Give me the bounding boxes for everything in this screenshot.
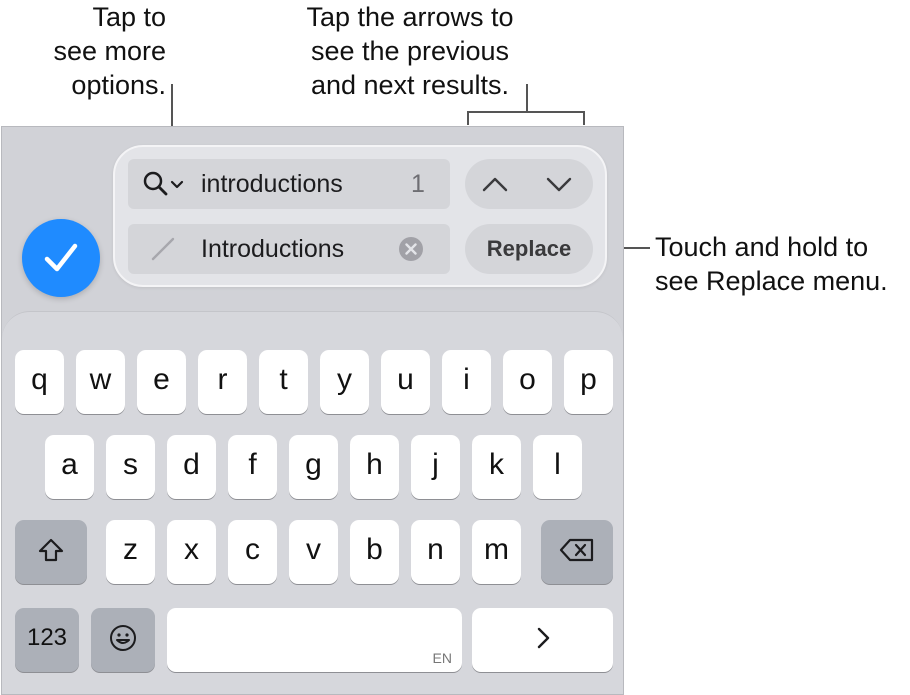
chevron-right-icon — [537, 627, 549, 649]
bracket-arrows-left — [467, 111, 469, 125]
done-button[interactable] — [22, 219, 100, 297]
replace-input[interactable]: Introductions — [201, 235, 344, 264]
key-z[interactable]: z — [106, 520, 155, 584]
clear-replace-button[interactable] — [398, 236, 424, 267]
key-d[interactable]: d — [167, 435, 216, 499]
checkmark-icon — [44, 243, 78, 272]
chevron-up-icon — [482, 177, 508, 192]
replace-button-label: Replace — [486, 236, 572, 261]
key-v[interactable]: v — [289, 520, 338, 584]
key-u[interactable]: u — [381, 350, 430, 414]
key-label: l — [554, 448, 561, 481]
key-label: c — [245, 533, 260, 566]
language-indicator: EN — [432, 650, 452, 666]
key-o[interactable]: o — [503, 350, 552, 414]
emoji-icon — [110, 625, 136, 651]
key-c[interactable]: c — [228, 520, 277, 584]
key-label: s — [123, 448, 138, 481]
key-label: j — [432, 448, 439, 481]
next-result-button[interactable] — [545, 172, 573, 201]
key-label: v — [306, 533, 321, 566]
shift-key[interactable] — [15, 520, 87, 584]
key-label: x — [184, 533, 199, 566]
key-label: p — [580, 363, 597, 396]
key-label: f — [248, 448, 257, 481]
key-label: n — [427, 533, 444, 566]
numbers-key[interactable]: 123 — [15, 608, 79, 672]
key-b[interactable]: b — [350, 520, 399, 584]
key-i[interactable]: i — [442, 350, 491, 414]
replace-button[interactable]: Replace — [465, 224, 593, 274]
return-key[interactable] — [472, 608, 613, 672]
key-r[interactable]: r — [198, 350, 247, 414]
key-m[interactable]: m — [472, 520, 521, 584]
key-label: k — [489, 448, 504, 481]
emoji-key[interactable] — [91, 608, 155, 672]
replace-field[interactable]: Introductions — [128, 224, 450, 274]
chevron-down-icon — [546, 177, 572, 192]
key-a[interactable]: a — [45, 435, 94, 499]
key-label: b — [366, 533, 383, 566]
pencil-icon — [151, 237, 175, 261]
search-icon — [143, 171, 168, 196]
delete-key[interactable] — [541, 520, 613, 584]
key-label: m — [484, 533, 509, 566]
callout-arrows: Tap the arrows to see the previous and n… — [306, 2, 514, 100]
key-e[interactable]: e — [137, 350, 186, 414]
search-options-button[interactable] — [142, 170, 186, 198]
key-label: e — [153, 363, 170, 396]
key-label: w — [89, 363, 112, 396]
key-f[interactable]: f — [228, 435, 277, 499]
result-navigation — [465, 159, 593, 209]
key-label: q — [31, 363, 48, 396]
keyboard: q w e r t y u i o p a s d f g h j k l z … — [2, 311, 623, 694]
key-p[interactable]: p — [564, 350, 613, 414]
find-replace-bar: introductions 1 Introductions Replace — [113, 145, 607, 287]
key-w[interactable]: w — [76, 350, 125, 414]
search-input[interactable]: introductions — [201, 170, 343, 199]
bracket-arrows — [467, 111, 585, 113]
key-t[interactable]: t — [259, 350, 308, 414]
key-k[interactable]: k — [472, 435, 521, 499]
key-x[interactable]: x — [167, 520, 216, 584]
leader-line-arrows — [526, 84, 528, 112]
match-count: 1 — [411, 169, 425, 198]
callout-more-options: Tap to see more options. — [53, 2, 166, 100]
search-field[interactable]: introductions 1 — [128, 159, 450, 209]
key-label: i — [463, 363, 470, 396]
key-y[interactable]: y — [320, 350, 369, 414]
space-key[interactable]: EN — [167, 608, 462, 672]
key-l[interactable]: l — [533, 435, 582, 499]
key-n[interactable]: n — [411, 520, 460, 584]
key-label: h — [366, 448, 383, 481]
key-q[interactable]: q — [15, 350, 64, 414]
backspace-icon — [559, 538, 594, 562]
previous-result-button[interactable] — [481, 172, 509, 201]
key-h[interactable]: h — [350, 435, 399, 499]
key-label: d — [183, 448, 200, 481]
shift-icon — [38, 538, 64, 562]
device-panel: introductions 1 Introductions Replace q … — [1, 126, 624, 695]
key-label: o — [519, 363, 536, 396]
bracket-arrows-right — [583, 111, 585, 125]
key-j[interactable]: j — [411, 435, 460, 499]
key-label: u — [397, 363, 414, 396]
key-label: g — [305, 448, 322, 481]
callout-replace-menu: Touch and hold to see Replace menu. — [655, 232, 888, 296]
key-label: t — [279, 363, 288, 396]
key-label: a — [61, 448, 78, 481]
clear-circle-icon — [399, 237, 423, 261]
chevron-down-icon — [170, 180, 184, 189]
key-g[interactable]: g — [289, 435, 338, 499]
key-s[interactable]: s — [106, 435, 155, 499]
key-label: r — [217, 363, 228, 396]
key-label: z — [123, 533, 138, 566]
key-label: y — [337, 363, 352, 396]
numbers-key-label: 123 — [26, 624, 68, 651]
